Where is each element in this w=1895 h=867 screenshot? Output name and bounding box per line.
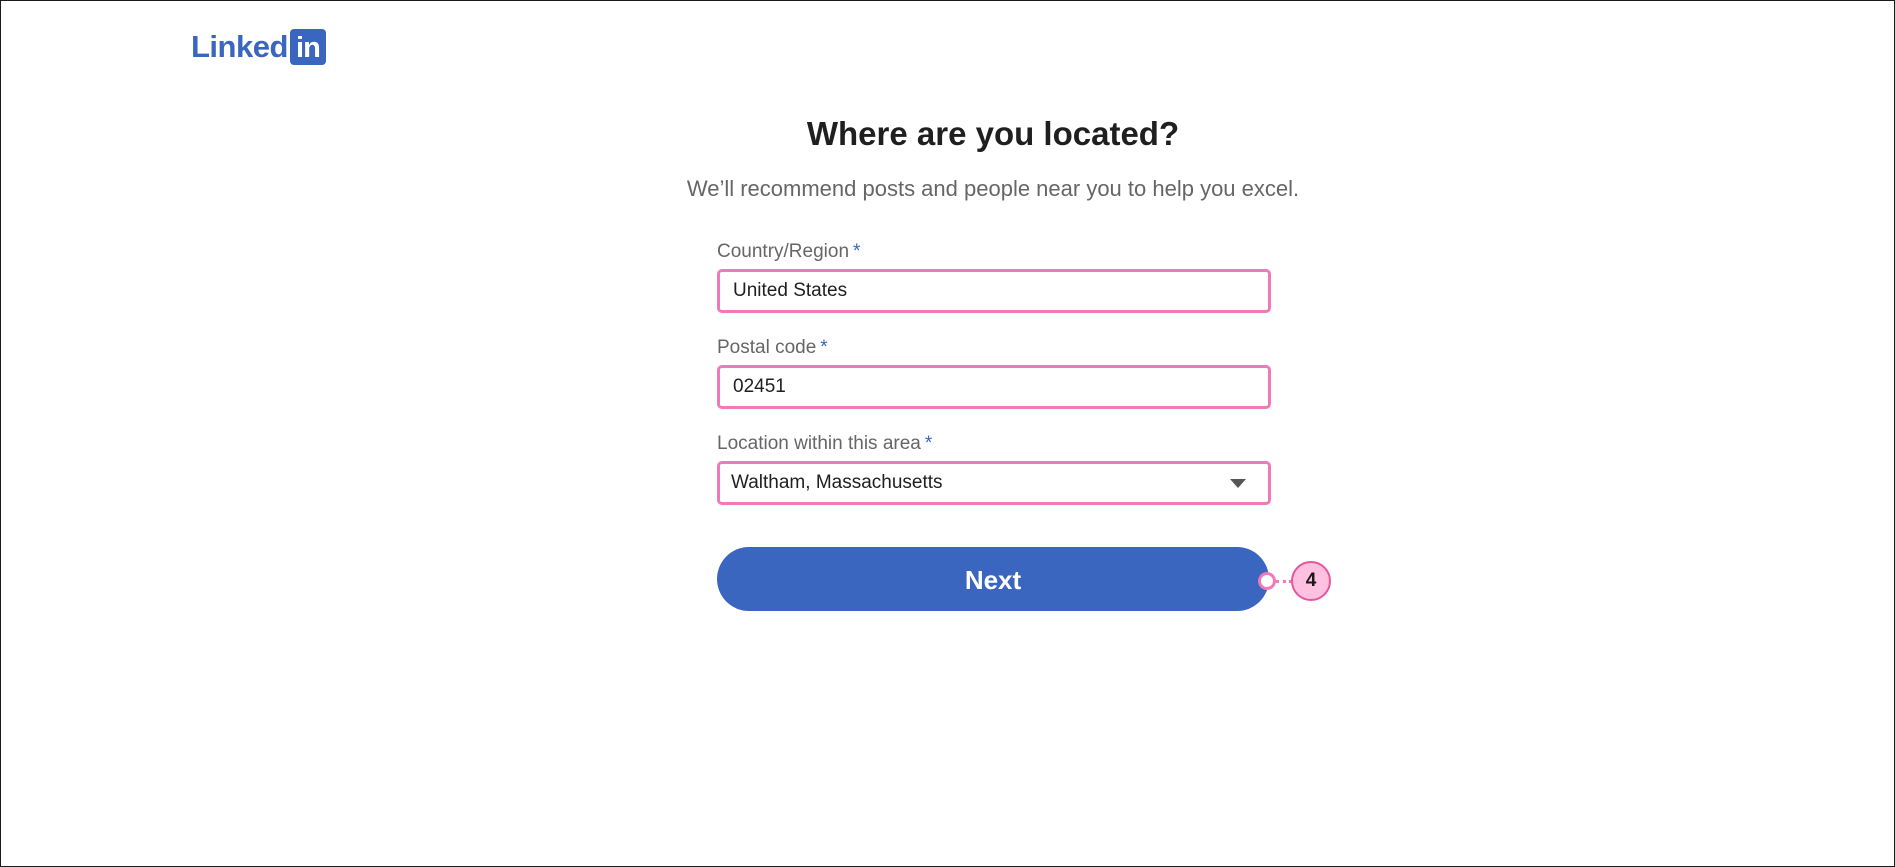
location-label-text: Location within this area [717,433,921,454]
location-select[interactable]: Waltham, Massachusetts [717,461,1271,505]
postal-label: Postal code * [717,337,828,359]
postal-code-input[interactable] [720,367,1268,407]
logo-wordmark: Linked [191,29,288,64]
page-title: Where are you located? [806,115,1180,152]
annotation-connector [1276,580,1292,583]
country-label: Country/Region * [717,241,860,263]
postal-field[interactable] [717,365,1271,409]
page-subtitle: We’ll recommend posts and people near yo… [686,176,1300,201]
postal-label-text: Postal code [717,337,817,358]
country-field[interactable] [717,269,1271,313]
page-frame: Linked in Where are you located? We’ll r… [0,0,1895,867]
location-label: Location within this area * [717,433,932,455]
linkedin-logo[interactable]: Linked in [191,29,326,65]
required-mark: * [924,433,933,454]
next-button[interactable]: Next [717,547,1269,611]
chevron-down-icon[interactable] [1230,478,1246,488]
location-select-value: Waltham, Massachusetts [731,472,943,493]
required-mark: * [853,241,861,262]
required-mark: * [820,337,828,358]
annotation-anchor-dot [1258,572,1276,590]
logo-in-icon: in [289,29,326,65]
country-input[interactable] [720,271,1268,311]
annotation-step-badge: 4 [1291,561,1331,601]
country-label-text: Country/Region [717,241,850,262]
